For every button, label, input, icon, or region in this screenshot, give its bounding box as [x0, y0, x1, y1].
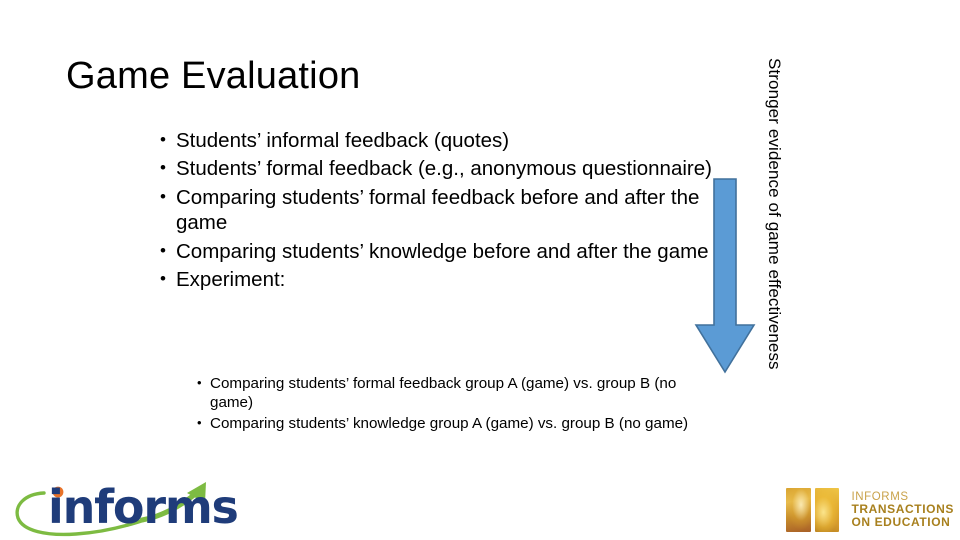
informs-wordmark: informs — [48, 480, 239, 534]
list-item: • Students’ formal feedback (e.g., anony… — [160, 156, 712, 181]
bullet-list: • Students’ informal feedback (quotes) •… — [160, 128, 712, 295]
informs-logo: informs — [14, 476, 239, 538]
bullet-marker-icon: • — [160, 269, 166, 289]
ite-logo-text: INFORMS TRANSACTIONS ON EDUCATION — [851, 491, 954, 529]
list-item: • Comparing students’ formal feedback be… — [160, 185, 712, 236]
bullet-marker-icon: • — [197, 414, 202, 430]
slide-canvas: Game Evaluation • Students’ informal fee… — [0, 0, 960, 540]
side-label: Stronger evidence of game effectiveness — [765, 58, 786, 468]
list-item-label: Comparing students’ formal feedback grou… — [210, 375, 677, 412]
list-item: • Comparing students’ knowledge group A … — [197, 414, 697, 433]
list-item-label: Comparing students’ formal feedback befo… — [176, 185, 700, 235]
bullet-marker-icon: • — [160, 240, 166, 260]
bullet-marker-icon: • — [160, 130, 166, 149]
bullet-marker-icon: • — [160, 158, 166, 178]
list-item-label: Students’ informal feedback (quotes) — [176, 129, 510, 152]
sub-bullet-list: • Comparing students’ formal feedback gr… — [197, 374, 697, 434]
page-title: Game Evaluation — [66, 55, 361, 97]
list-item-label: Experiment: — [176, 268, 286, 292]
ite-logo-tile-2 — [814, 488, 840, 532]
ite-logo-tile-1 — [786, 488, 811, 532]
list-item-label: Comparing students’ knowledge group A (g… — [210, 414, 689, 432]
side-label-text: Stronger evidence of game effectiveness — [765, 58, 784, 370]
list-item: • Comparing students’ formal feedback gr… — [197, 374, 697, 413]
down-arrow-icon — [694, 178, 756, 374]
ite-logo: INFORMS TRANSACTIONS ON EDUCATION — [786, 486, 954, 534]
list-item: • Experiment: — [160, 267, 712, 292]
bullet-marker-icon: • — [197, 375, 202, 390]
ite-logo-line-3: ON EDUCATION — [851, 515, 951, 530]
list-item: • Students’ informal feedback (quotes) — [160, 128, 712, 153]
list-item-label: Comparing students’ knowledge before and… — [176, 239, 709, 263]
bullet-marker-icon: • — [160, 186, 166, 206]
list-item: • Comparing students’ knowledge before a… — [160, 239, 712, 264]
list-item-label: Students’ formal feedback (e.g., anonymo… — [176, 157, 712, 181]
